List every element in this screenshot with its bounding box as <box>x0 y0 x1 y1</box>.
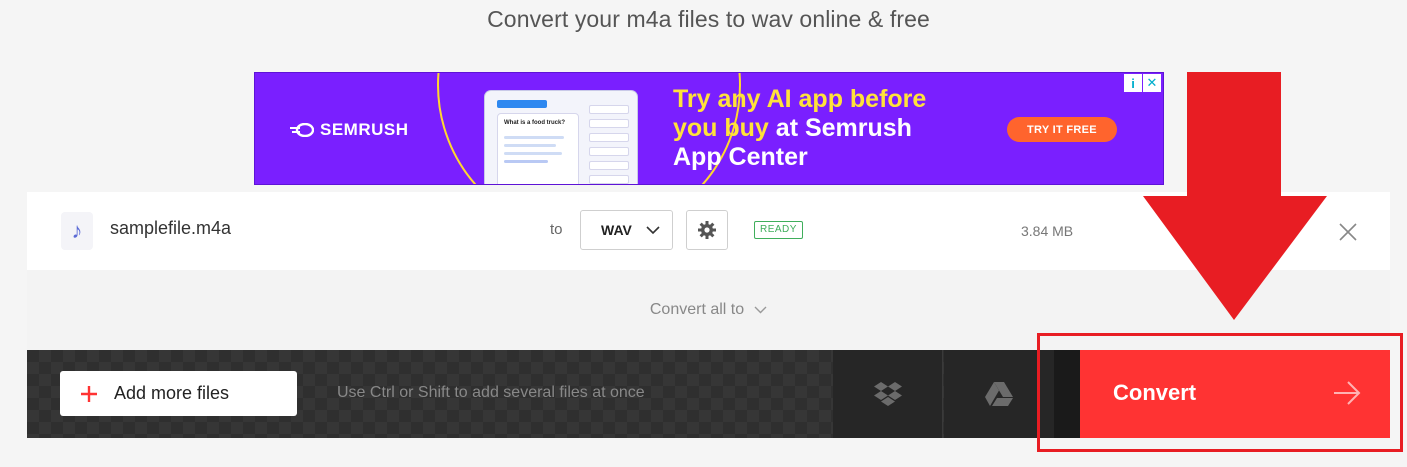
convert-button-label: Convert <box>1113 380 1197 405</box>
page-subtitle: Convert your m4a files to wav online & f… <box>487 6 930 32</box>
google-drive-button[interactable] <box>944 350 1054 438</box>
add-more-files-label: Add more files <box>114 383 230 403</box>
convert-button[interactable]: Convert <box>1054 350 1390 438</box>
close-icon[interactable] <box>1337 221 1359 243</box>
ad-banner[interactable]: SEMRUSH What is a food truck? Try any AI… <box>254 72 1164 185</box>
add-more-files-button[interactable]: Add more files <box>60 371 297 416</box>
ad-mock-line <box>504 144 556 147</box>
plus-icon <box>81 385 97 402</box>
arrow-right-icon <box>1334 381 1361 405</box>
google-drive-icon <box>985 382 1013 406</box>
ad-mock-header <box>497 100 547 108</box>
convert-button-edge <box>1054 350 1080 438</box>
ad-brand-name: SEMRUSH <box>320 120 409 139</box>
ad-headline-rest-1: at Semrush <box>768 114 912 142</box>
upload-bar: Add more files Use Ctrl or Shift to add … <box>27 350 1390 438</box>
ad-headline: Try any AI app before you buy at Semrush… <box>673 85 973 172</box>
ad-mock-line <box>504 160 548 163</box>
ad-close-icon[interactable]: ✕ <box>1143 74 1161 92</box>
multi-select-hint: Use Ctrl or Shift to add several files a… <box>337 384 645 401</box>
ad-info-icon[interactable]: i <box>1124 74 1142 92</box>
convert-all-label: Convert all to <box>649 301 745 318</box>
chevron-down-icon <box>646 225 660 234</box>
ad-cta-button[interactable]: TRY IT FREE <box>1007 117 1117 142</box>
ad-mock-card: What is a food truck? <box>497 113 579 184</box>
to-label: to <box>550 221 563 238</box>
ad-brand-logo: SEMRUSH <box>288 120 409 140</box>
settings-button[interactable] <box>686 210 728 250</box>
ad-controls: i ✕ <box>1124 74 1161 92</box>
file-row: ♪ samplefile.m4a to WAV READY 3.84 MB <box>27 192 1390 270</box>
output-format-select[interactable]: WAV <box>580 210 673 250</box>
ad-headline-rest-2: App Center <box>673 143 808 171</box>
ad-mock-sidebar <box>589 105 629 184</box>
file-size: 3.84 MB <box>1021 223 1074 239</box>
ad-mock-line <box>504 152 562 155</box>
chevron-down-icon <box>754 306 767 314</box>
ad-app-mockup: What is a food truck? <box>485 91 637 184</box>
dropbox-button[interactable] <box>833 350 943 438</box>
file-name: samplefile.m4a <box>110 218 232 238</box>
gear-icon <box>698 221 716 239</box>
semrush-flame-icon <box>290 123 314 137</box>
status-badge: READY <box>754 221 803 239</box>
dropbox-icon <box>873 382 902 406</box>
output-format-value: WAV <box>601 222 632 238</box>
convert-all-dropdown[interactable]: Convert all to <box>27 270 1390 350</box>
ad-mock-question: What is a food truck? <box>504 120 566 126</box>
music-note-icon: ♪ <box>61 212 93 250</box>
ad-mock-line <box>504 136 564 139</box>
